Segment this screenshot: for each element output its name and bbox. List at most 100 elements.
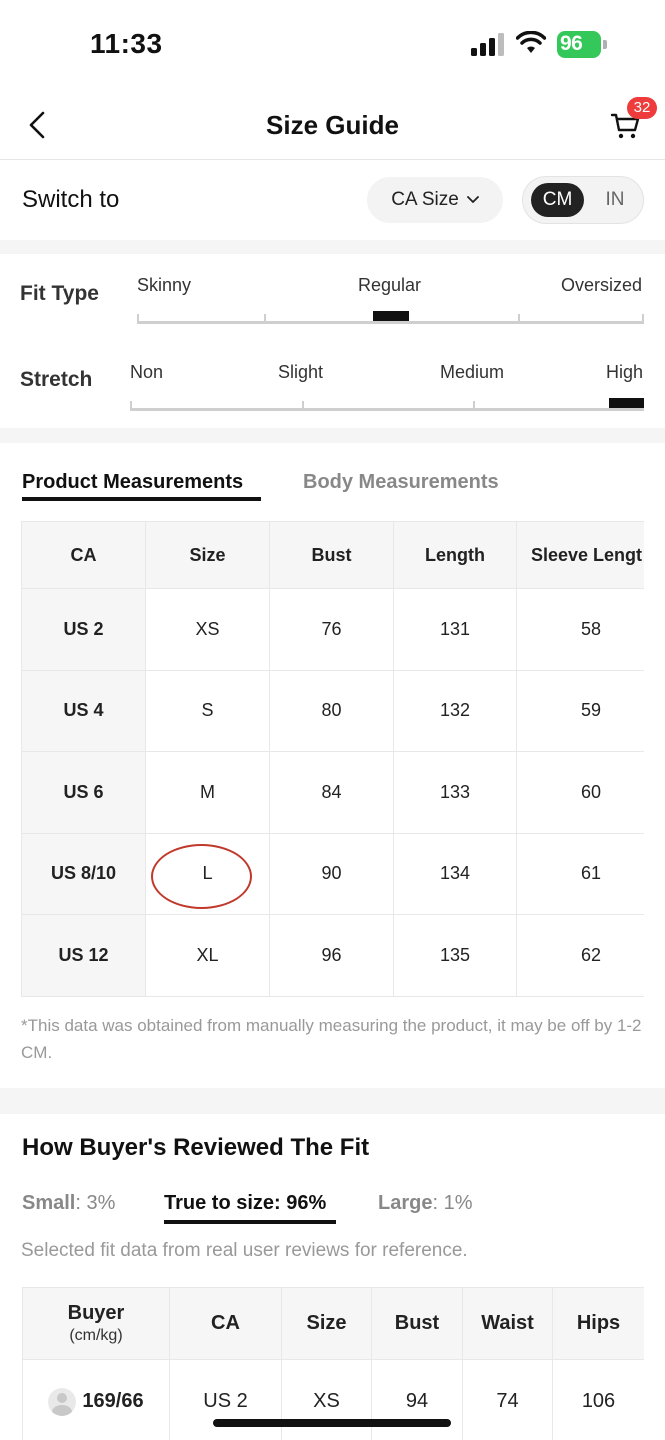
stat-large[interactable]: Large: 1%	[378, 1192, 473, 1215]
header: Size Guide 32	[0, 90, 665, 160]
table-cell: 90	[269, 832, 394, 915]
buyer-measure: 169/66	[82, 1390, 144, 1412]
table-cell: 60	[516, 751, 644, 834]
stat-large-label: Large	[378, 1192, 433, 1214]
column-header: Size	[145, 521, 270, 589]
stat-true-to-size[interactable]: True to size: 96%	[164, 1192, 326, 1215]
wifi-icon	[516, 31, 546, 53]
column-header: Length	[393, 521, 517, 589]
table-cell: 94	[371, 1359, 463, 1440]
avatar	[48, 1387, 77, 1416]
unit-cm-option[interactable]: CM	[531, 183, 584, 217]
table-cell: 133	[393, 751, 517, 834]
active-stat-indicator	[164, 1220, 336, 1224]
switch-row: Switch to CA Size CM IN	[0, 160, 665, 240]
table-cell: 62	[516, 914, 644, 997]
column-header: Hips	[552, 1287, 644, 1360]
table-cell: 76	[269, 588, 394, 671]
table-cell: XS	[145, 588, 270, 671]
buyer-header-units: (cm/kg)	[69, 1327, 123, 1344]
fit-tick	[137, 314, 139, 324]
stretch-option-high: High	[606, 362, 644, 382]
section-divider	[0, 428, 665, 443]
cellular-signal-icon	[471, 33, 504, 56]
section-divider	[0, 240, 665, 254]
table-cell: US 4	[21, 669, 146, 752]
table-cell: 84	[269, 751, 394, 834]
section-divider	[0, 1088, 665, 1114]
column-header: Waist	[462, 1287, 553, 1360]
size-system-value: CA Size	[391, 189, 459, 210]
stat-large-value: : 1%	[432, 1192, 473, 1214]
column-header: Size	[281, 1287, 372, 1360]
column-header: Buyer (cm/kg)	[22, 1287, 170, 1360]
table-row: US 6 M 84 133 60	[21, 751, 644, 834]
column-header: Bust	[269, 521, 394, 589]
table-cell: 134	[393, 832, 517, 915]
fit-tick	[264, 314, 266, 324]
table-cell: 74	[462, 1359, 553, 1440]
measurement-note: *This data was obtained from manually me…	[21, 1016, 642, 1062]
table-cell: 96	[269, 914, 394, 997]
stat-small[interactable]: Small: 3%	[22, 1192, 115, 1215]
column-header: Sleeve Lengt	[516, 521, 644, 589]
fit-review-stats: Small: 3% True to size: 96% Large: 1%	[0, 1188, 665, 1228]
stat-small-label: Small	[22, 1192, 76, 1214]
fit-type-marker	[373, 311, 409, 321]
table-cell: 80	[269, 669, 394, 752]
table-cell: 59	[516, 669, 644, 752]
column-header: Bust	[371, 1287, 463, 1360]
table-cell: US 6	[21, 751, 146, 834]
fit-tick	[518, 314, 520, 324]
fit-tick	[473, 401, 475, 411]
fit-option-skinny: Skinny	[137, 275, 192, 295]
table-cell: 61	[516, 832, 644, 915]
table-row: US 8/10 L 90 134 61	[21, 832, 644, 915]
chevron-down-icon	[466, 196, 479, 203]
table-header-row: CA Size Bust Length Sleeve Lengt	[21, 521, 644, 589]
fit-type-label: Fit Type	[20, 282, 99, 305]
stretch-track	[130, 408, 644, 411]
home-indicator[interactable]	[213, 1419, 451, 1427]
stretch-marker	[609, 398, 644, 408]
table-cell: 131	[393, 588, 517, 671]
battery-level: 96	[560, 32, 583, 55]
review-section-title: How Buyer's Reviewed The Fit	[22, 1134, 370, 1161]
column-header: CA	[169, 1287, 282, 1360]
table-cell: US 8/10	[21, 832, 146, 915]
switch-label: Switch to	[22, 186, 120, 213]
measurement-tabs: Product Measurements Body Measurements	[0, 443, 665, 503]
table-cell: 135	[393, 914, 517, 997]
fit-tick	[130, 401, 132, 411]
active-tab-indicator	[22, 497, 261, 501]
size-system-select[interactable]: CA Size	[367, 177, 503, 223]
measurement-table: CA Size Bust Length Sleeve Lengt US 2 XS…	[21, 521, 644, 997]
table-cell: 169/66	[22, 1359, 170, 1440]
table-cell: XS	[281, 1359, 372, 1440]
table-cell: US 2	[21, 588, 146, 671]
table-cell: US 2	[169, 1359, 282, 1440]
status-bar: 11:33 96	[0, 0, 665, 90]
table-cell: US 12	[21, 914, 146, 997]
fit-type-track	[137, 321, 644, 324]
fit-option-regular: Regular	[358, 275, 422, 295]
table-row: US 12 XL 96 135 62	[21, 914, 644, 997]
stretch-option-slight: Slight	[278, 362, 324, 382]
unit-in-option[interactable]: IN	[595, 183, 635, 217]
battery-icon: 96	[557, 31, 607, 58]
tab-product-measurements[interactable]: Product Measurements	[22, 471, 243, 494]
table-row: US 2 XS 76 131 58	[21, 588, 644, 671]
table-cell: S	[145, 669, 270, 752]
tab-body-measurements[interactable]: Body Measurements	[303, 471, 499, 494]
table-row: US 4 S 80 132 59	[21, 669, 644, 752]
stretch-label: Stretch	[20, 368, 93, 391]
table-cell: L	[145, 832, 270, 915]
fit-tick	[642, 314, 644, 324]
table-cell: 132	[393, 669, 517, 752]
stretch-option-medium: Medium	[440, 362, 505, 382]
review-row: 169/66 US 2 XS 94 74 106	[22, 1359, 644, 1440]
fit-option-oversized: Oversized	[561, 275, 643, 295]
cart-count-badge: 32	[627, 97, 657, 119]
status-time: 11:33	[90, 28, 163, 59]
stat-small-value: : 3%	[75, 1192, 116, 1214]
